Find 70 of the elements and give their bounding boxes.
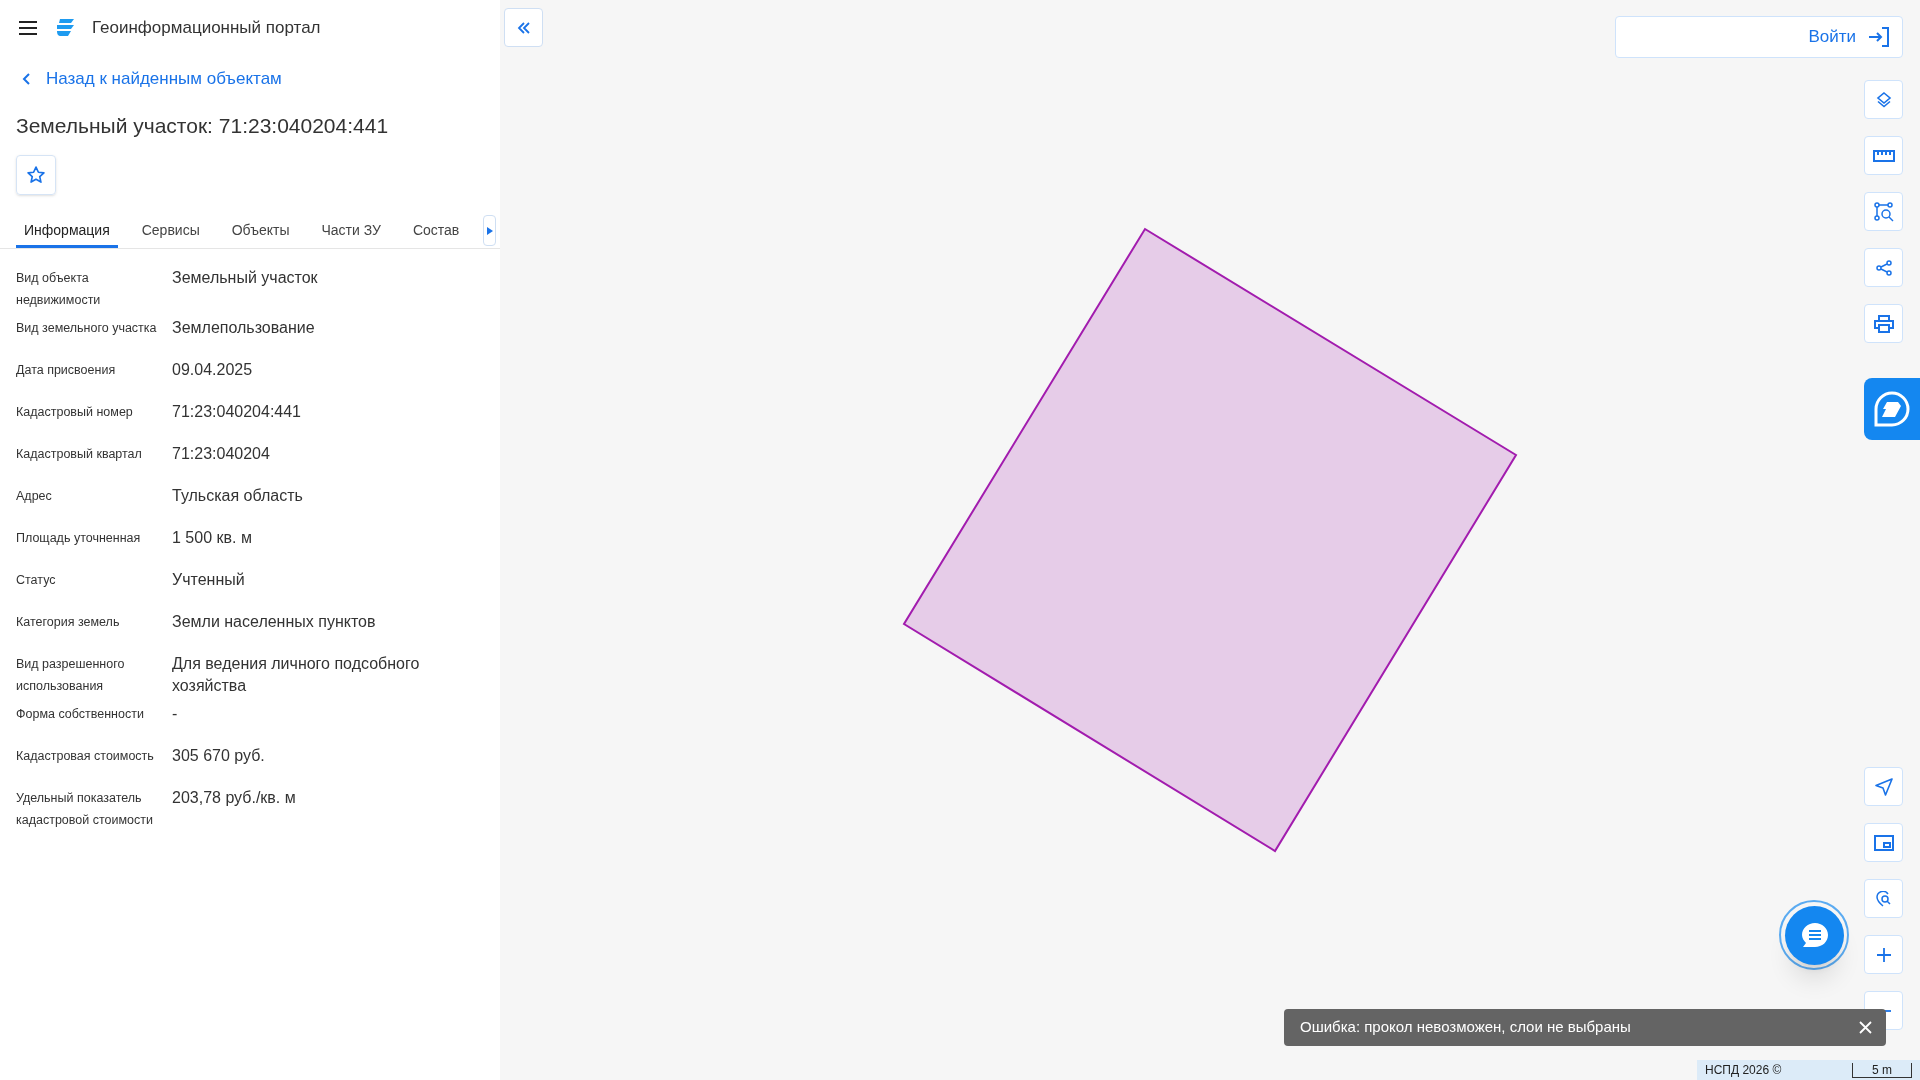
tab[interactable]: Сервисы (133, 215, 208, 248)
property-label: Категория земель (16, 614, 121, 631)
area-search-icon (1873, 201, 1894, 222)
ruler-button[interactable] (1864, 136, 1903, 175)
share-button[interactable] (1864, 248, 1903, 287)
property-value: Учтенный (172, 570, 246, 590)
tab[interactable]: Объекты (223, 215, 298, 248)
property-label: Кадастровый квартал (16, 446, 143, 463)
ruler-icon (1872, 149, 1895, 162)
tab[interactable]: Информация (16, 215, 118, 248)
property-label: Удельный показатель кадастровой стоимости (16, 790, 154, 829)
property-value: Земли населенных пунктов (172, 612, 377, 632)
property-value: 71:23:040204:441 (172, 402, 302, 422)
layers-button[interactable] (1864, 80, 1903, 119)
property-label: Адрес (16, 488, 53, 505)
chat-button[interactable] (1785, 906, 1844, 965)
property-value: 71:23:040204 (172, 444, 271, 464)
tabs-scroll-button[interactable] (483, 215, 496, 246)
property-label: Площадь уточненная (16, 530, 142, 547)
property-label: Дата присвоения (16, 362, 117, 379)
close-icon (1858, 1021, 1872, 1034)
property-value: Тульская область (172, 486, 304, 506)
property-label: Вид земельного участка (16, 320, 158, 337)
print-button[interactable] (1864, 304, 1903, 343)
printer-icon (1873, 314, 1894, 333)
property-value: 203,78 руб./кв. м (172, 788, 297, 808)
portal-title: Геоинформационный портал (92, 17, 321, 40)
share-icon (1875, 259, 1892, 276)
property-value: Земельный участок (172, 268, 319, 288)
chevron-left-icon (22, 72, 30, 85)
layers-icon (1875, 91, 1892, 108)
area-search-button[interactable] (1864, 192, 1903, 231)
property-value: Землепользование (172, 318, 316, 338)
property-value: Для ведения личного подсобного хозяйства (172, 654, 421, 696)
location-search-button[interactable] (1864, 879, 1903, 918)
property-value: 1 500 кв. м (172, 528, 253, 548)
pin-search-icon (1875, 890, 1892, 907)
property-value: 09.04.2025 (172, 360, 254, 380)
property-label: Кадастровая стоимость (16, 748, 155, 765)
navigate-button[interactable] (1864, 767, 1903, 806)
picture-in-picture-icon (1873, 834, 1894, 851)
double-chevron-left-icon (516, 21, 531, 34)
scale-bar: 5 m (1852, 1062, 1912, 1078)
star-icon (26, 165, 46, 185)
plus-icon (1876, 947, 1891, 962)
minimap-button[interactable] (1864, 823, 1903, 862)
error-message: Ошибка: прокол невозможен, слои не выбраны (1300, 1017, 1631, 1038)
property-label: Кадастровый номер (16, 404, 134, 421)
favorite-button[interactable] (16, 155, 56, 195)
menu-icon[interactable] (18, 20, 38, 36)
caret-icon (486, 226, 493, 235)
property-label: Вид объекта недвижимости (16, 270, 102, 309)
zoom-in-button[interactable] (1864, 935, 1903, 974)
copyright-text: НСПД 2026 © (1705, 1062, 1782, 1079)
login-button[interactable]: Войти (1615, 16, 1903, 58)
logo-icon (54, 17, 76, 39)
property-label: Вид разрешенного использования (16, 656, 126, 695)
back-link[interactable]: Назад к найденным объектам (0, 66, 500, 92)
folder-chat-icon (1872, 389, 1912, 429)
property-value: 305 670 руб. (172, 746, 266, 766)
tab[interactable]: Части ЗУ (313, 215, 389, 248)
registry-tab-button[interactable] (1864, 378, 1920, 440)
property-label: Форма собственности (16, 706, 145, 723)
object-title: Земельный участок: 71:23:040204:441 (15, 112, 390, 139)
tab[interactable]: Состав (404, 215, 468, 248)
collapse-panel-button[interactable] (504, 8, 543, 47)
property-label: Статус (16, 572, 57, 589)
navigation-arrow-icon (1874, 777, 1893, 796)
login-icon (1868, 27, 1890, 47)
property-value: - (172, 704, 179, 724)
